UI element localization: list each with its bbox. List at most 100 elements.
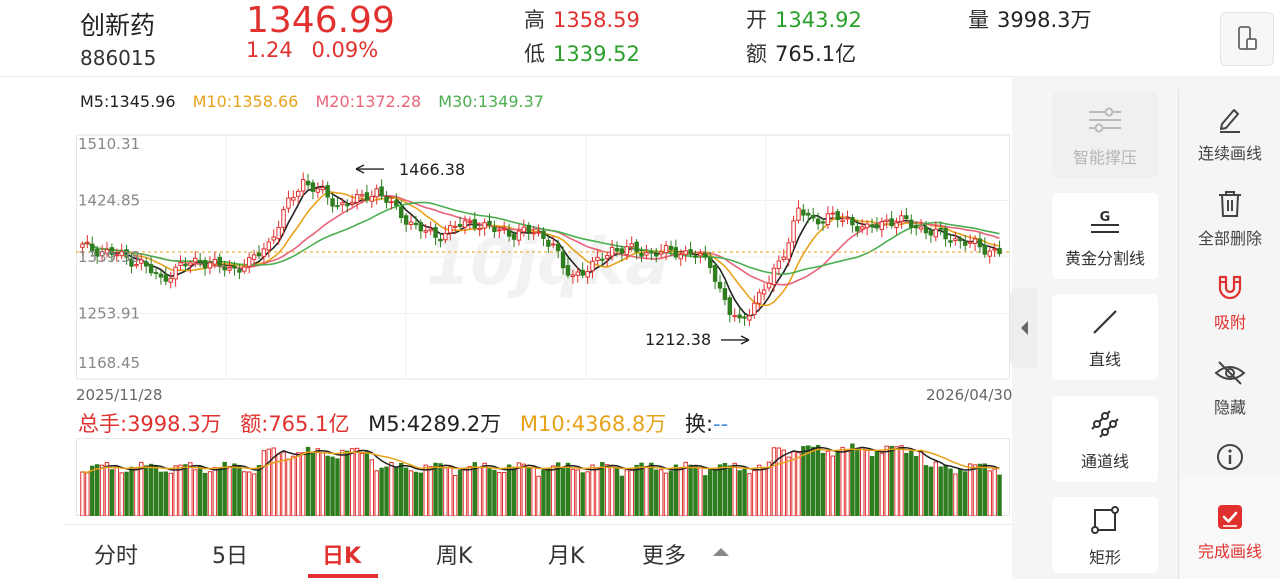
side-label: 全部删除	[1197, 229, 1262, 248]
turnover-label: 换:	[684, 412, 714, 436]
volume-m5: M5:4289.2万	[368, 412, 502, 436]
candle-body	[85, 241, 90, 244]
volume-bar	[855, 447, 860, 516]
volume-bar	[207, 471, 213, 516]
candle-body	[855, 226, 860, 232]
candle-body	[624, 246, 630, 256]
candle-body	[997, 247, 1002, 255]
candle-body	[766, 282, 772, 289]
volume-bar	[217, 467, 222, 516]
candle-body	[428, 228, 433, 232]
volume-bar	[899, 445, 904, 516]
y-tick-label: 1253.91	[78, 305, 140, 323]
golden-section-tool[interactable]: G 黄金分割线	[1052, 193, 1158, 279]
volume-bar	[163, 471, 169, 516]
candle-body	[497, 229, 502, 232]
candle-body	[477, 227, 482, 231]
volume-bar	[953, 473, 958, 516]
candle-body	[384, 197, 389, 203]
volume-bar	[325, 455, 330, 516]
candle-body	[143, 261, 149, 267]
landscape-toggle-button[interactable]	[1220, 12, 1274, 66]
candle-body	[305, 180, 311, 186]
volume-bar	[129, 466, 134, 516]
volume-bar	[678, 468, 683, 516]
candle-body	[781, 256, 786, 260]
volume-bar	[747, 473, 752, 516]
tab-more[interactable]: 更多	[642, 538, 686, 570]
candle-body	[707, 257, 713, 268]
volume-bar	[148, 463, 154, 516]
candle-body	[531, 232, 536, 235]
candle-body	[183, 263, 188, 267]
candle-body	[786, 242, 791, 260]
volume-bar	[703, 475, 708, 516]
open-value: 1343.92	[775, 8, 862, 32]
volume-bar	[786, 456, 791, 516]
candle-body	[761, 289, 767, 295]
rectangle-tool[interactable]: 矩形	[1052, 497, 1158, 573]
candle-body	[703, 252, 708, 258]
magnet-toggle[interactable]: 吸附	[1180, 271, 1280, 333]
collapse-panel-button[interactable]	[1010, 288, 1038, 368]
ma-legend: M5:1345.96 M10:1358.66 M20:1372.28 M30:1…	[80, 92, 556, 111]
volume-bar	[835, 451, 840, 516]
kline-chart[interactable]: 10jqka 1510.311424.851339.381253.911168.…	[76, 134, 1010, 380]
delete-all-button[interactable]: 全部删除	[1180, 187, 1280, 249]
volume-bar	[423, 464, 428, 516]
candle-body	[590, 260, 595, 272]
candle-body	[830, 212, 836, 215]
volume-bar	[251, 473, 257, 516]
candle-body	[688, 249, 693, 255]
volume-bar	[992, 468, 997, 516]
volume-bar	[958, 469, 963, 516]
volume-bar	[796, 452, 801, 516]
candle-body	[502, 228, 507, 231]
volume-bar	[673, 464, 679, 516]
volume-bar	[997, 474, 1002, 516]
volume-bar	[987, 470, 992, 516]
tab-monthly-k[interactable]: 月K	[548, 538, 584, 570]
golden-ratio-icon: G	[1091, 210, 1119, 233]
channel-line-tool[interactable]: 通道线	[1052, 396, 1158, 482]
volume-bar	[482, 462, 487, 516]
straight-line-tool[interactable]: 直线	[1052, 294, 1158, 380]
candle-body	[698, 253, 703, 257]
candle-body	[845, 217, 850, 220]
hide-drawings-toggle[interactable]: 隐藏	[1180, 356, 1280, 418]
candle-body	[364, 192, 370, 201]
volume-bar	[781, 449, 786, 516]
volume-bar	[134, 468, 139, 516]
volume-chart[interactable]	[76, 438, 1010, 516]
volume-bar	[963, 471, 968, 516]
candle-body	[139, 259, 144, 264]
tab-daily-k[interactable]: 日K	[322, 538, 361, 570]
candle-body	[80, 243, 85, 248]
continuous-draw-toggle[interactable]: 连续画线	[1180, 102, 1280, 164]
side-label: 完成画线	[1197, 542, 1262, 561]
volume-bar	[531, 466, 536, 516]
caret-up-icon[interactable]	[712, 546, 730, 558]
volume-bar	[492, 469, 497, 516]
candle-body	[683, 250, 688, 255]
candle-body	[399, 206, 404, 218]
volume-bar	[521, 463, 527, 516]
candle-body	[820, 221, 826, 224]
volume-bar	[923, 465, 929, 516]
tab-intraday[interactable]: 分时	[94, 538, 138, 570]
volume-bar	[413, 471, 419, 516]
info-button[interactable]	[1180, 440, 1280, 478]
candle-body	[560, 251, 566, 269]
volume-bar	[403, 467, 409, 516]
candle-body	[948, 240, 953, 243]
tab-weekly-k[interactable]: 周K	[436, 538, 472, 570]
tab-5day[interactable]: 5日	[212, 538, 248, 570]
candle-body	[541, 230, 546, 239]
volume-bar	[467, 465, 473, 516]
candle-body	[580, 269, 585, 276]
candle-body	[727, 297, 733, 315]
finish-drawing-button[interactable]: 完成画线	[1180, 500, 1280, 562]
volume-bar	[119, 472, 124, 516]
smart-support-resistance-tool[interactable]: 智能撑压	[1052, 92, 1158, 178]
candle-body	[918, 226, 924, 230]
